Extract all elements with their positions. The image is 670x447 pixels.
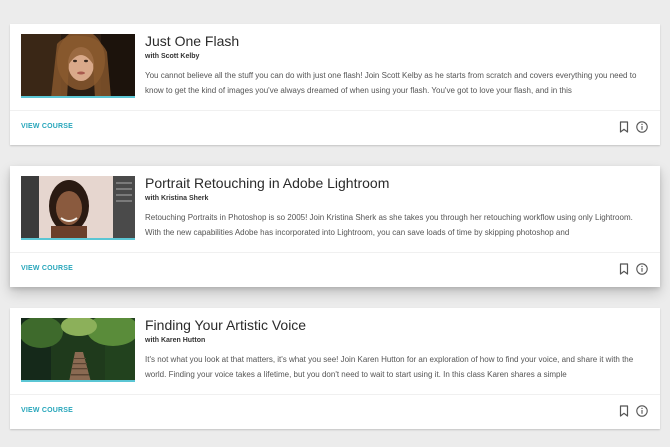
- course-thumbnail-image: [21, 34, 135, 96]
- course-thumbnail[interactable]: [21, 176, 135, 240]
- bookmark-icon[interactable]: [619, 263, 629, 275]
- course-author: with Scott Kelby: [145, 53, 200, 60]
- course-title[interactable]: Portrait Retouching in Adobe Lightroom: [145, 175, 389, 191]
- course-title[interactable]: Just One Flash: [145, 33, 239, 49]
- course-description: You cannot believe all the stuff you can…: [145, 71, 637, 95]
- course-author: with Kristina Sherk: [145, 195, 209, 202]
- view-course-button[interactable]: VIEW COURSE: [21, 407, 73, 414]
- info-icon[interactable]: [636, 405, 648, 417]
- course-thumbnail-image: [21, 318, 135, 380]
- course-card: Portrait Retouching in Adobe Lightroom w…: [10, 166, 660, 287]
- course-description: It's not what you look at that matters, …: [145, 355, 634, 379]
- course-card: Finding Your Artistic Voice with Karen H…: [10, 308, 660, 429]
- view-course-button[interactable]: VIEW COURSE: [21, 123, 73, 130]
- card-divider: [10, 394, 660, 395]
- course-title[interactable]: Finding Your Artistic Voice: [145, 317, 306, 333]
- course-description: Retouching Portraits in Photoshop is so …: [145, 213, 633, 237]
- course-thumbnail[interactable]: [21, 318, 135, 382]
- card-divider: [10, 252, 660, 253]
- info-icon[interactable]: [636, 263, 648, 275]
- bookmark-icon[interactable]: [619, 405, 629, 417]
- course-author: with Karen Hutton: [145, 337, 206, 344]
- bookmark-icon[interactable]: [619, 121, 629, 133]
- view-course-button[interactable]: VIEW COURSE: [21, 265, 73, 272]
- course-card: Just One Flash with Scott Kelby You cann…: [10, 24, 660, 145]
- course-thumbnail[interactable]: [21, 34, 135, 98]
- course-thumbnail-image: [21, 176, 135, 238]
- course-list: Just One Flash with Scott Kelby You cann…: [0, 0, 670, 447]
- card-divider: [10, 110, 660, 111]
- info-icon[interactable]: [636, 121, 648, 133]
